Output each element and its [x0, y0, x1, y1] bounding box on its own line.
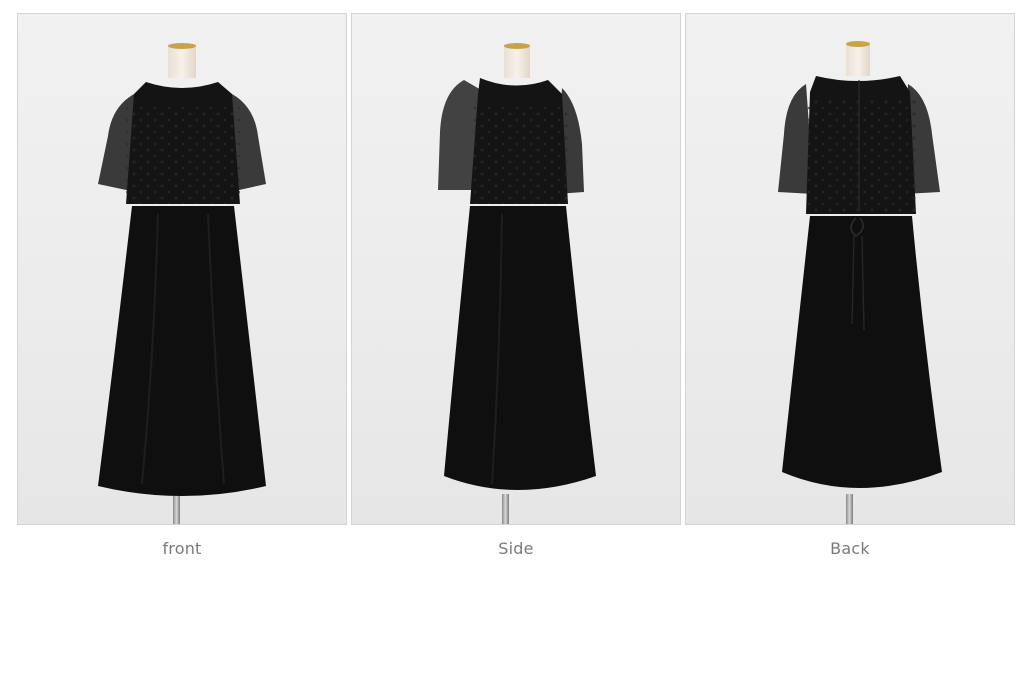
- back-view-photo: [685, 13, 1015, 525]
- front-view-photo: [17, 13, 347, 525]
- gallery-panel-front: front: [17, 13, 347, 558]
- dress-front-image: [98, 43, 266, 524]
- side-view-photo: [351, 13, 681, 525]
- caption-back: Back: [830, 539, 870, 558]
- product-view-gallery: front Side Back: [17, 13, 1015, 573]
- gallery-panel-back: Back: [685, 13, 1015, 558]
- gallery-panel-side: Side: [351, 13, 681, 558]
- dress-back-image: [778, 41, 942, 524]
- dress-side-image: [438, 43, 596, 524]
- caption-side: Side: [498, 539, 534, 558]
- caption-front: front: [162, 539, 202, 558]
